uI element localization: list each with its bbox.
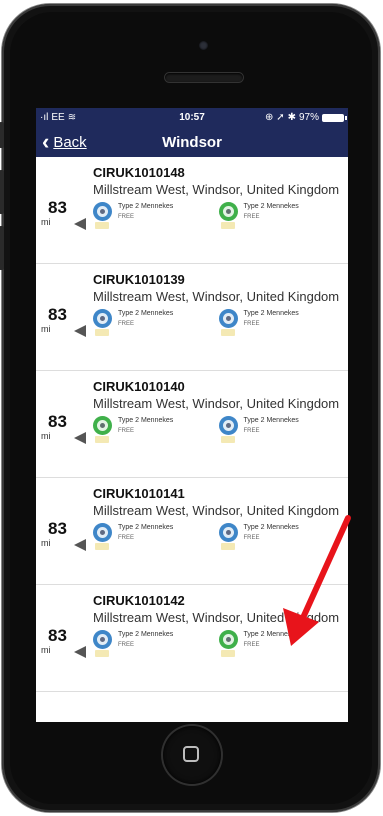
red-arrow-head [283,608,319,646]
annotation-arrow [283,515,351,646]
red-arrow-shaft [299,515,351,623]
